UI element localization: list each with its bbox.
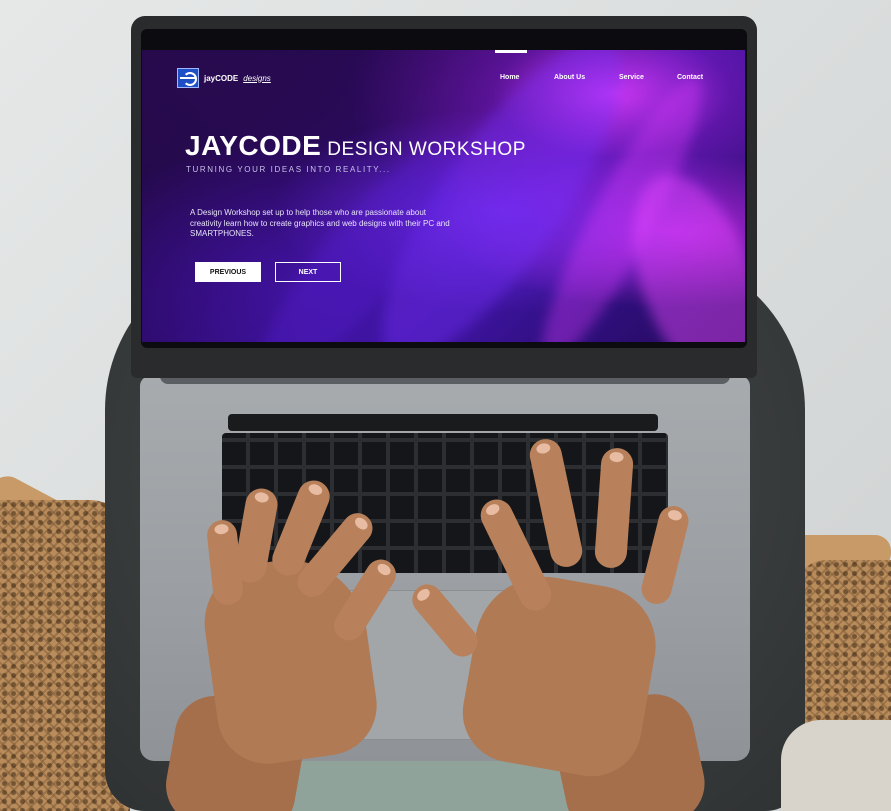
logo-name: jayCODE [204, 73, 239, 83]
nav-service[interactable]: Service [619, 74, 644, 81]
cloth [781, 720, 891, 811]
hero-title-main: JAYCODE [185, 130, 322, 161]
photo-scene: jayCODE designs Home About Us Service Co… [0, 0, 891, 811]
touch-bar[interactable] [228, 414, 658, 431]
next-button[interactable]: NEXT [275, 262, 341, 282]
laptop-screen: jayCODE designs Home About Us Service Co… [142, 50, 745, 342]
hero-title-sub: DESIGN WORKSHOP [327, 139, 526, 160]
site-logo[interactable]: jayCODE designs [177, 68, 271, 88]
nav-contact[interactable]: Contact [677, 74, 703, 81]
active-nav-indicator [495, 50, 527, 53]
hero-title: JAYCODE DESIGN WORKSHOP [185, 130, 526, 162]
hero-description: A Design Workshop set up to help those w… [190, 208, 450, 238]
logo-icon [177, 68, 199, 88]
hero-tagline: TURNING YOUR IDEAS INTO REALITY... [186, 165, 391, 174]
nav-about-us[interactable]: About Us [554, 74, 585, 81]
logo-suffix: designs [243, 73, 271, 83]
nav-home[interactable]: Home [500, 74, 519, 81]
previous-button[interactable]: PREVIOUS [195, 262, 261, 282]
